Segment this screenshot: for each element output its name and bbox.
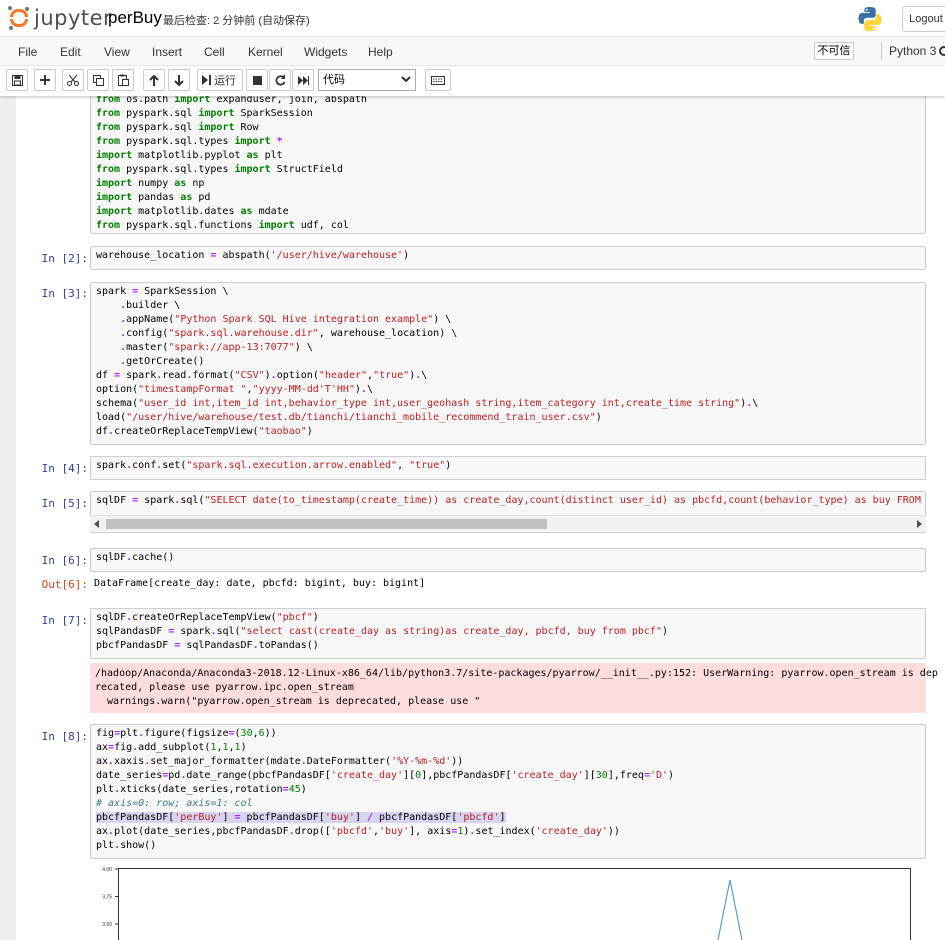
menu-insert[interactable]: Insert xyxy=(152,45,182,59)
restart-run-all-button[interactable] xyxy=(292,69,314,91)
code-input[interactable]: sqlDF.createOrReplaceTempView("pbcf") sq… xyxy=(91,609,925,655)
y-tick-label: 3.75 xyxy=(102,895,112,901)
run-button[interactable]: 运行 xyxy=(197,69,243,91)
plot-axes-frame xyxy=(118,868,911,940)
kernel-separator xyxy=(881,42,882,60)
jupyter-wordmark: jupyter xyxy=(34,6,113,30)
code-input[interactable]: sqlDF.cache() xyxy=(91,549,925,567)
notebook-container[interactable]: from os.path import expanduser, join, ab… xyxy=(16,96,945,940)
save-button[interactable] xyxy=(6,69,28,91)
code-cell-7[interactable]: sqlDF.createOrReplaceTempView("pbcf") sq… xyxy=(90,608,926,659)
code-cell-1[interactable]: from os.path import expanduser, join, ab… xyxy=(90,96,926,234)
y-tick-label: 4.00 xyxy=(102,867,112,873)
code-input[interactable]: spark = SparkSession \ .builder \ .appNa… xyxy=(91,283,925,441)
cell-type-select[interactable]: 代码 xyxy=(318,69,416,91)
scroll-left-icon[interactable] xyxy=(94,520,99,528)
menu-bar: File Edit View Insert Cell Kernel Widget… xyxy=(0,36,945,66)
jupyter-logo[interactable]: jupyter xyxy=(8,6,112,30)
copy-icon xyxy=(92,74,104,86)
checkpoint-status: 最后检查: 2 分钟前 (自动保存) xyxy=(163,15,310,27)
restart-icon xyxy=(275,74,285,86)
plot-output: 4.003.753.503.25 xyxy=(90,865,926,940)
menu-view[interactable]: View xyxy=(104,45,130,59)
notebook-name[interactable]: perBuy xyxy=(108,8,162,28)
stderr-output: /hadoop/Anaconda/Anaconda3-2018.12-Linux… xyxy=(90,663,938,713)
horizontal-scrollbar[interactable] xyxy=(90,515,926,531)
input-prompt: In [6]: xyxy=(41,554,88,567)
cell-type-value: 代码 xyxy=(323,74,345,86)
scrollbar-thumb[interactable] xyxy=(106,519,547,529)
menu-kernel[interactable]: Kernel xyxy=(248,45,283,59)
logout-button[interactable]: Logout xyxy=(902,6,945,32)
cut-button[interactable] xyxy=(62,69,84,91)
menu-cell[interactable]: Cell xyxy=(204,45,225,59)
menu-widgets[interactable]: Widgets xyxy=(304,45,347,59)
step-forward-icon xyxy=(202,75,211,85)
series-line-perBuy xyxy=(717,879,743,940)
arrow-down-icon xyxy=(174,74,184,86)
output-prompt: Out[6]: xyxy=(41,578,88,591)
arrow-up-icon xyxy=(149,74,159,86)
input-prompt: In [5]: xyxy=(41,497,88,510)
code-input[interactable]: from os.path import expanduser, join, ab… xyxy=(91,96,925,235)
keyboard-icon xyxy=(431,75,445,85)
save-icon xyxy=(11,74,23,86)
jupyter-logo-icon xyxy=(8,6,30,30)
paste-icon xyxy=(117,74,129,86)
stop-icon xyxy=(252,75,262,85)
copy-button[interactable] xyxy=(87,69,109,91)
header: jupyter perBuy 最后检查: 2 分钟前 (自动保存) Logout… xyxy=(0,0,945,96)
python-logo-icon xyxy=(858,7,882,31)
chevron-down-icon xyxy=(401,76,411,83)
code-cell-3[interactable]: spark = SparkSession \ .builder \ .appNa… xyxy=(90,282,926,445)
output-text: DataFrame[create_day: date, pbcfd: bigin… xyxy=(94,578,426,589)
input-prompt: In [4]: xyxy=(41,462,88,475)
code-input[interactable]: warehouse_location = abspath('/user/hive… xyxy=(91,247,925,265)
menu-help[interactable]: Help xyxy=(368,45,393,59)
stderr-line: /hadoop/Anaconda/Anaconda3-2018.12-Linux… xyxy=(95,668,938,679)
trust-status-button[interactable]: 不可信 xyxy=(814,42,854,60)
code-input[interactable]: fig=plt.figure(figsize=(30,6)) ax=fig.ad… xyxy=(91,725,925,855)
fast-forward-icon xyxy=(297,75,309,85)
run-label: 运行 xyxy=(214,75,236,87)
code-input[interactable]: spark.conf.set("spark.sql.execution.arro… xyxy=(91,457,925,475)
insert-cell-button[interactable] xyxy=(34,69,56,91)
paste-button[interactable] xyxy=(112,69,134,91)
line-chart: 4.003.753.503.25 xyxy=(102,867,911,940)
toolbar: 运行 代码 xyxy=(0,67,945,95)
code-cell-2[interactable]: warehouse_location = abspath('/user/hive… xyxy=(90,246,926,270)
scissors-icon xyxy=(67,74,79,86)
move-down-button[interactable] xyxy=(168,69,190,91)
input-prompt: In [2]: xyxy=(41,252,88,265)
scroll-right-icon[interactable] xyxy=(917,520,922,528)
kernel-name[interactable]: Python 3 xyxy=(889,44,936,58)
code-cell-6[interactable]: sqlDF.cache() xyxy=(90,548,926,572)
y-tick-label: 3.50 xyxy=(102,922,112,928)
interrupt-button[interactable] xyxy=(246,69,268,91)
stderr-line: warnings.warn("pyarrow.open_stream is de… xyxy=(95,696,481,707)
input-prompt: In [8]: xyxy=(41,730,88,743)
code-cell-8[interactable]: fig=plt.figure(figsize=(30,6)) ax=fig.ad… xyxy=(90,724,926,859)
code-cell-4[interactable]: spark.conf.set("spark.sql.execution.arro… xyxy=(90,456,926,480)
menu-edit[interactable]: Edit xyxy=(60,45,81,59)
menu-file[interactable]: File xyxy=(18,45,37,59)
stderr-line: recated, please use pyarrow.ipc.open_str… xyxy=(95,682,354,693)
command-palette-button[interactable] xyxy=(425,69,451,91)
move-up-button[interactable] xyxy=(143,69,165,91)
code-input[interactable]: sqlDF = spark.sql("SELECT date(to_timest… xyxy=(91,492,925,510)
plus-icon xyxy=(40,75,50,85)
input-prompt: In [3]: xyxy=(41,287,88,300)
restart-button[interactable] xyxy=(269,69,291,91)
kernel-status-icon xyxy=(939,46,945,56)
input-prompt: In [7]: xyxy=(41,614,88,627)
